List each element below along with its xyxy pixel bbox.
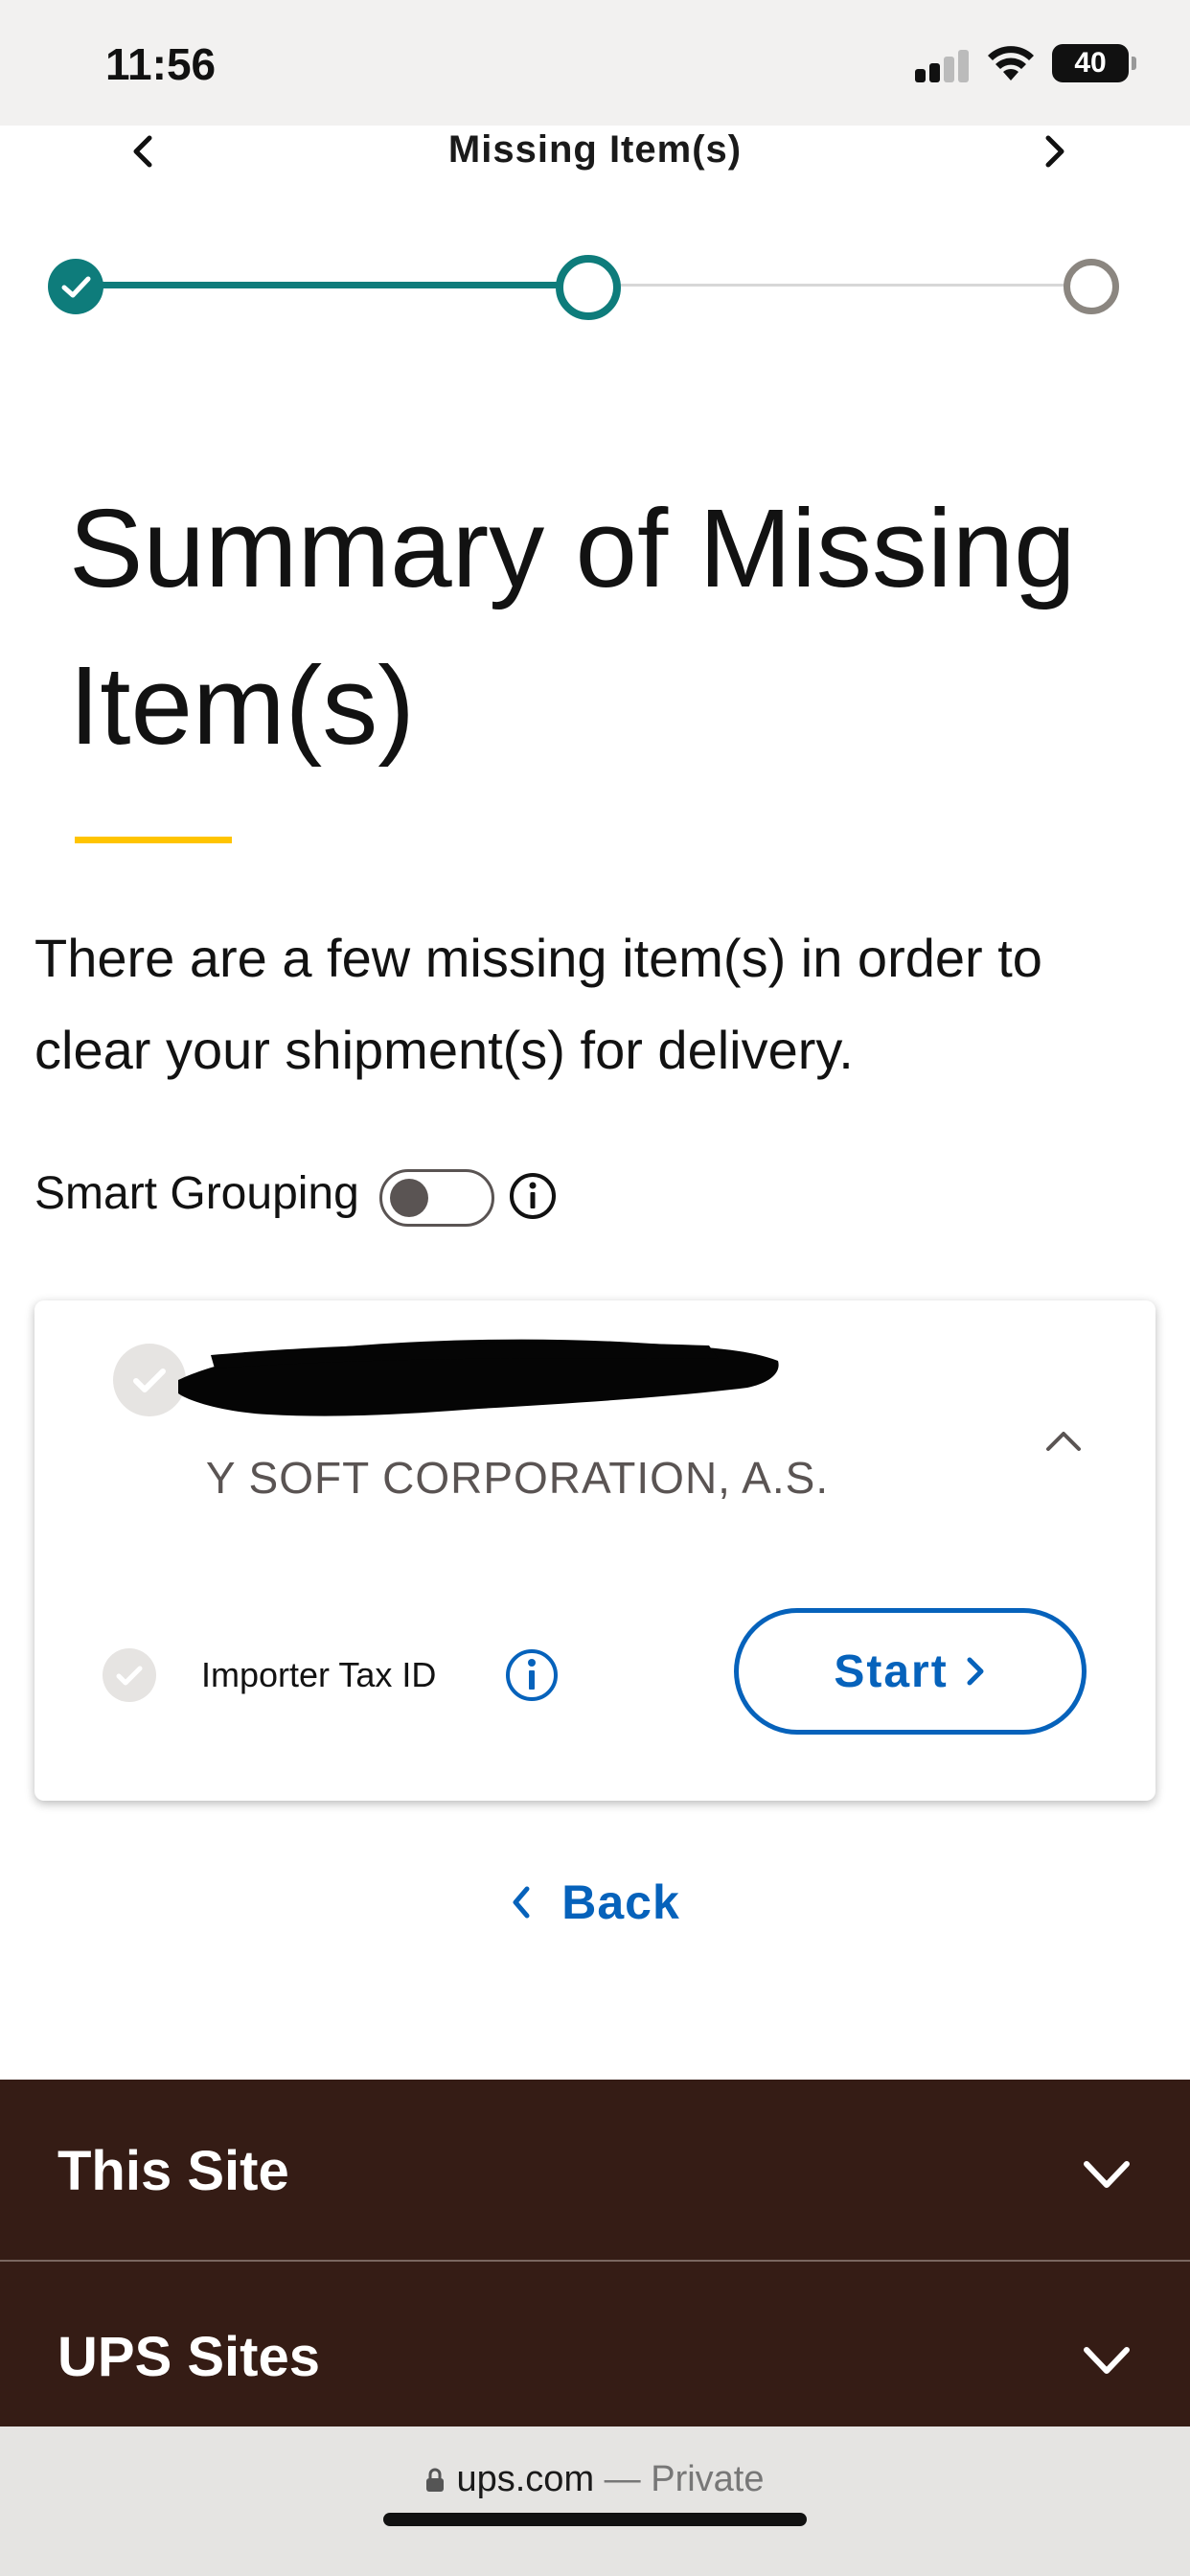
chevron-up-icon[interactable] bbox=[1042, 1426, 1085, 1455]
footer-accordion-this-site[interactable]: This Site bbox=[0, 2080, 1190, 2262]
url-domain: ups.com bbox=[456, 2459, 595, 2499]
footer-row-label: UPS Sites bbox=[57, 2326, 320, 2388]
footer-row-label: This Site bbox=[57, 2140, 289, 2202]
step-pending bbox=[1064, 259, 1119, 314]
url-display[interactable]: ups.com — Private bbox=[0, 2459, 1190, 2500]
page-title: Summary of Missing Item(s) bbox=[69, 486, 1076, 768]
company-name: Y SOFT CORPORATION, A.S. bbox=[205, 1453, 830, 1503]
info-icon[interactable] bbox=[508, 1171, 558, 1221]
stepper-progress bbox=[75, 282, 583, 288]
task-label: Importer Tax ID bbox=[201, 1655, 437, 1694]
toggle-knob bbox=[390, 1179, 428, 1217]
status-bar: 11:56 40 bbox=[0, 0, 1190, 126]
task-check-icon bbox=[103, 1648, 156, 1702]
check-icon bbox=[61, 276, 91, 298]
signal-icon bbox=[915, 50, 969, 82]
redacted-tracking-number bbox=[178, 1339, 779, 1416]
status-time: 11:56 bbox=[105, 39, 217, 89]
chevron-right-icon bbox=[967, 1657, 984, 1686]
home-indicator bbox=[383, 2513, 807, 2526]
back-link[interactable]: Back bbox=[0, 1874, 1190, 1930]
browsing-mode: Private bbox=[651, 2459, 765, 2499]
intro-text: There are a few missing item(s) in order… bbox=[34, 928, 1042, 1080]
chevron-left-icon bbox=[513, 1886, 530, 1919]
wifi-icon bbox=[988, 46, 1034, 80]
chevron-right-icon[interactable] bbox=[1035, 132, 1073, 171]
title-underline bbox=[75, 837, 232, 843]
footer-accordion-ups-sites[interactable]: UPS Sites bbox=[0, 2266, 1190, 2448]
step-current bbox=[556, 255, 621, 320]
page: 11:56 40 Missing Item(s) Summary of Miss… bbox=[0, 0, 1190, 2576]
lock-icon bbox=[426, 2468, 445, 2492]
info-icon[interactable] bbox=[503, 1646, 561, 1704]
back-link-label: Back bbox=[561, 1875, 680, 1929]
chevron-down-icon bbox=[1084, 2161, 1130, 2188]
check-icon bbox=[116, 1666, 143, 1686]
smart-grouping-toggle[interactable] bbox=[379, 1169, 494, 1227]
start-button[interactable]: Start bbox=[734, 1608, 1087, 1735]
step-complete bbox=[48, 259, 103, 314]
start-button-label: Start bbox=[834, 1645, 949, 1697]
battery-icon: 40 bbox=[1052, 44, 1136, 82]
smart-grouping-label: Smart Grouping bbox=[34, 1168, 359, 1219]
browser-address-bar[interactable]: ups.com — Private bbox=[0, 2426, 1190, 2576]
page-header-title: Missing Item(s) bbox=[447, 128, 743, 171]
chevron-down-icon bbox=[1084, 2347, 1130, 2374]
url-separator: — bbox=[604, 2459, 641, 2499]
